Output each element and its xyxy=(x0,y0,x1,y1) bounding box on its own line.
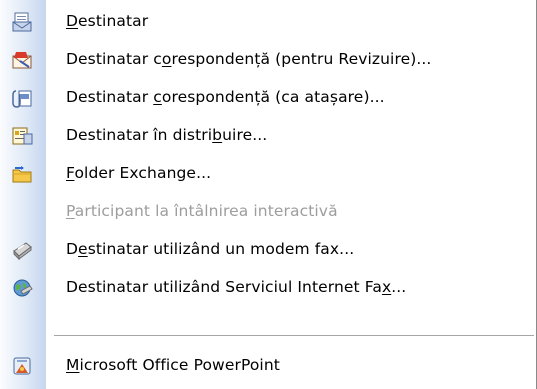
fax-modem-icon xyxy=(11,239,33,261)
menu-item-label: Participant la întâlnirea interactivă xyxy=(66,202,338,220)
mail-attachment-icon xyxy=(11,87,33,109)
menu-item-label: Folder Exchange... xyxy=(66,164,212,182)
menu-item-mail-recipient-attachment[interactable]: Destinatar corespondență (ca atașare)... xyxy=(0,78,536,116)
menu-item-label: Destinatar xyxy=(66,12,149,30)
recipient-icon xyxy=(11,11,33,33)
menu-item-online-meeting-participant: Participant la întâlnirea interactivă xyxy=(0,192,536,230)
menu-item-routing-recipient[interactable]: Destinatar în distribuire... xyxy=(0,116,536,154)
menu-item-label: Microsoft Office PowerPoint xyxy=(66,356,280,374)
menu-item-internet-fax-recipient[interactable]: Destinatar utilizând Serviciul Internet … xyxy=(0,268,536,306)
send-to-menu: Destinatar Destinatar corespondență (pen… xyxy=(0,0,537,389)
menu-item-label: Destinatar corespondență (pentru Revizui… xyxy=(66,50,432,68)
internet-fax-icon xyxy=(11,277,33,299)
powerpoint-icon xyxy=(11,355,33,377)
menu-item-fax-modem-recipient[interactable]: Destinatar utilizând un modem fax... xyxy=(0,230,536,268)
menu-item-label: Destinatar în distribuire... xyxy=(66,126,268,144)
menu-item-microsoft-office-powerpoint[interactable]: Microsoft Office PowerPoint xyxy=(0,346,536,384)
mail-review-icon xyxy=(11,49,33,71)
menu-item-label: Destinatar utilizând Serviciul Internet … xyxy=(66,278,407,296)
menu-item-mail-recipient-review[interactable]: Destinatar corespondență (pentru Revizui… xyxy=(0,40,536,78)
menu-item-exchange-folder[interactable]: Folder Exchange... xyxy=(0,154,536,192)
menu-item-recipient[interactable]: Destinatar xyxy=(0,2,536,40)
menu-item-label: Destinatar utilizând un modem fax... xyxy=(66,240,355,258)
menu-item-label: Destinatar corespondență (ca atașare)... xyxy=(66,88,385,106)
exchange-folder-icon xyxy=(11,163,33,185)
menu-separator xyxy=(54,335,534,336)
routing-recipient-icon xyxy=(11,125,33,147)
